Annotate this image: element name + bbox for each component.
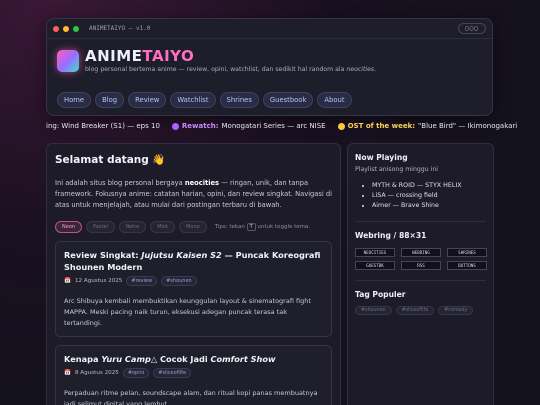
divider [355, 280, 486, 281]
ticker-text: Monogatari Series — arc NISE [221, 122, 326, 130]
popular-tag[interactable]: #sliceoflife [395, 306, 435, 315]
now-playing-subtitle: Playlist anisong minggu ini [355, 166, 438, 173]
post-card[interactable]: Kenapa Yuru Camp△ Cocok Jadi Comfort Sho… [55, 345, 332, 405]
title-part: Kenapa [64, 354, 102, 364]
nav-watchlist[interactable]: Watchlist [170, 92, 216, 108]
key-hint: T [246, 223, 256, 231]
tags-title: Tag Populer [355, 290, 406, 299]
now-playing-title: Now Playing [355, 153, 408, 162]
post-excerpt: Arc Shibuya kembali membuktikan keunggul… [64, 297, 311, 327]
site-name[interactable]: ANIMETAIYO [85, 48, 376, 64]
title-emphasis: Jujutsu Kaisen S2 [141, 250, 222, 260]
song-list: MYTH & ROID — STYX HELIX LiSA — crossing… [372, 181, 486, 211]
site-logo[interactable] [57, 49, 79, 72]
theme-pastel[interactable]: Pastel [86, 221, 115, 233]
tip-text: Tips: tekan [214, 224, 245, 230]
theme-tip: Tips: tekan T untuk toggle tema. [215, 223, 310, 231]
ticker-item: OST of the week: "Blue Bird" — Ikimonogak… [337, 118, 518, 134]
post-excerpt: Perpaduan ritme pelan, soundscape alam, … [64, 389, 318, 405]
ticker-label: Rewatch: [181, 122, 219, 130]
title-emphasis: Comfort Show [210, 354, 276, 364]
maximize-dot[interactable] [73, 25, 79, 32]
intro-text: Ini adalah situs blog personal bergaya n… [55, 178, 332, 211]
webring-button[interactable]: RSS [401, 261, 441, 270]
site-tagline: blog personal bertema anime — review, op… [85, 66, 376, 73]
nav-home[interactable]: Home [57, 92, 92, 108]
news-ticker: ing: Wind Breaker (S1) — eps 10 Rewatch:… [0, 118, 540, 134]
webring-button[interactable]: NEOCITIES [355, 248, 395, 257]
tagline-text: blog personal bertema anime — review, op… [85, 66, 347, 73]
webring-buttons: NEOCITIES WEBRING SHRINES GUESTBK RSS BU… [355, 248, 487, 270]
post-meta: 📅 12 Agustus 2025 #review #shounen [64, 276, 323, 286]
site-name-part-a: ANIME [85, 47, 143, 65]
post-date: 8 Agustus 2025 [74, 370, 119, 376]
nav-about[interactable]: About [317, 92, 352, 108]
theme-neon[interactable]: Neon [55, 221, 83, 233]
post-title[interactable]: Kenapa Yuru Camp△ Cocok Jadi Comfort Sho… [64, 353, 323, 365]
post-title[interactable]: Review Singkat: Jujutsu Kaisen S2 — Punc… [64, 249, 323, 273]
theme-retro[interactable]: Retro [118, 221, 147, 233]
window-controls[interactable]: ▢▢▢ [458, 23, 486, 34]
post-date: 12 Agustus 2025 [74, 278, 123, 284]
song-item: Aimer — Brave Shine [372, 201, 486, 211]
brand: ANIMETAIYO blog personal bertema anime —… [47, 39, 492, 73]
tagline-emphasis: neocities [346, 66, 375, 73]
nav-guestbook[interactable]: Guestbook [262, 92, 314, 108]
window-title: ANIMETAIYO — v1.0 [89, 25, 151, 32]
post-tag[interactable]: #sliceoflife [153, 368, 192, 378]
rewatch-icon [171, 122, 179, 130]
divider [355, 221, 486, 222]
theme-mono[interactable]: Mono [179, 221, 207, 233]
calendar-icon: 📅 [64, 370, 71, 376]
window-titlebar: ANIMETAIYO — v1.0 ▢▢▢ [47, 19, 492, 39]
sidebar: Now Playing Playlist anisong minggu ini … [347, 143, 494, 405]
welcome-title: Selamat datang 👋 [55, 154, 166, 166]
close-dot[interactable] [53, 25, 59, 32]
theme-switcher: Neon Pastel Retro Mint Mono Tips: tekan … [55, 221, 332, 233]
nav-review[interactable]: Review [128, 92, 167, 108]
webring-button[interactable]: BUTTONS [447, 261, 487, 270]
song-item: LiSA — crossing field [372, 191, 486, 201]
title-part: Review Singkat: [64, 250, 142, 260]
ticker-text: ing: Wind Breaker (S1) — eps 10 [46, 122, 160, 130]
song-item: MYTH & ROID — STYX HELIX [372, 181, 486, 191]
popular-tags: #shounen #sliceoflife #comedy [355, 306, 486, 315]
nav-blog[interactable]: Blog [95, 92, 125, 108]
webring-title: Webring / 88×31 [355, 231, 427, 240]
post-card[interactable]: Review Singkat: Jujutsu Kaisen S2 — Punc… [55, 241, 332, 337]
post-tag[interactable]: #shounen [161, 276, 197, 286]
intro-part: Ini adalah situs blog personal bergaya [55, 179, 185, 187]
title-emphasis: Yuru Camp△ [101, 354, 158, 364]
popular-tag[interactable]: #shounen [355, 306, 392, 315]
ticker-label: OST of the week: [347, 122, 416, 130]
site-header: ANIMETAIYO — v1.0 ▢▢▢ ANIMETAIYO blog pe… [46, 18, 493, 116]
post-meta: 📅 8 Agustus 2025 #opini #sliceoflife [64, 368, 323, 378]
tagline-end: . [374, 66, 377, 73]
ticker-item: ing: Wind Breaker (S1) — eps 10 [46, 118, 160, 134]
calendar-icon: 📅 [64, 278, 71, 284]
webring-button[interactable]: SHRINES [447, 248, 487, 257]
post-tag[interactable]: #review [126, 276, 158, 286]
music-icon [337, 122, 345, 130]
nav-shrines[interactable]: Shrines [219, 92, 259, 108]
main-nav: Home Blog Review Watchlist Shrines Guest… [57, 92, 352, 108]
ticker-text: "Blue Bird" — Ikimonogakari [418, 122, 518, 130]
webring-button[interactable]: WEBRING [401, 248, 441, 257]
minimize-dot[interactable] [63, 25, 69, 32]
ticker-item: Rewatch: Monogatari Series — arc NISE [171, 118, 326, 134]
webring-button[interactable]: GUESTBK [355, 261, 395, 270]
post-tag[interactable]: #opini [122, 368, 150, 378]
popular-tag[interactable]: #comedy [438, 306, 474, 315]
title-part: Cocok Jadi [157, 354, 211, 364]
theme-mint[interactable]: Mint [150, 221, 176, 233]
site-name-part-b: TAIYO [142, 47, 195, 65]
intro-bold: neocities [184, 179, 220, 187]
main-content: Selamat datang 👋 Ini adalah situs blog p… [46, 143, 341, 405]
tip-text: untuk toggle tema. [257, 224, 311, 230]
